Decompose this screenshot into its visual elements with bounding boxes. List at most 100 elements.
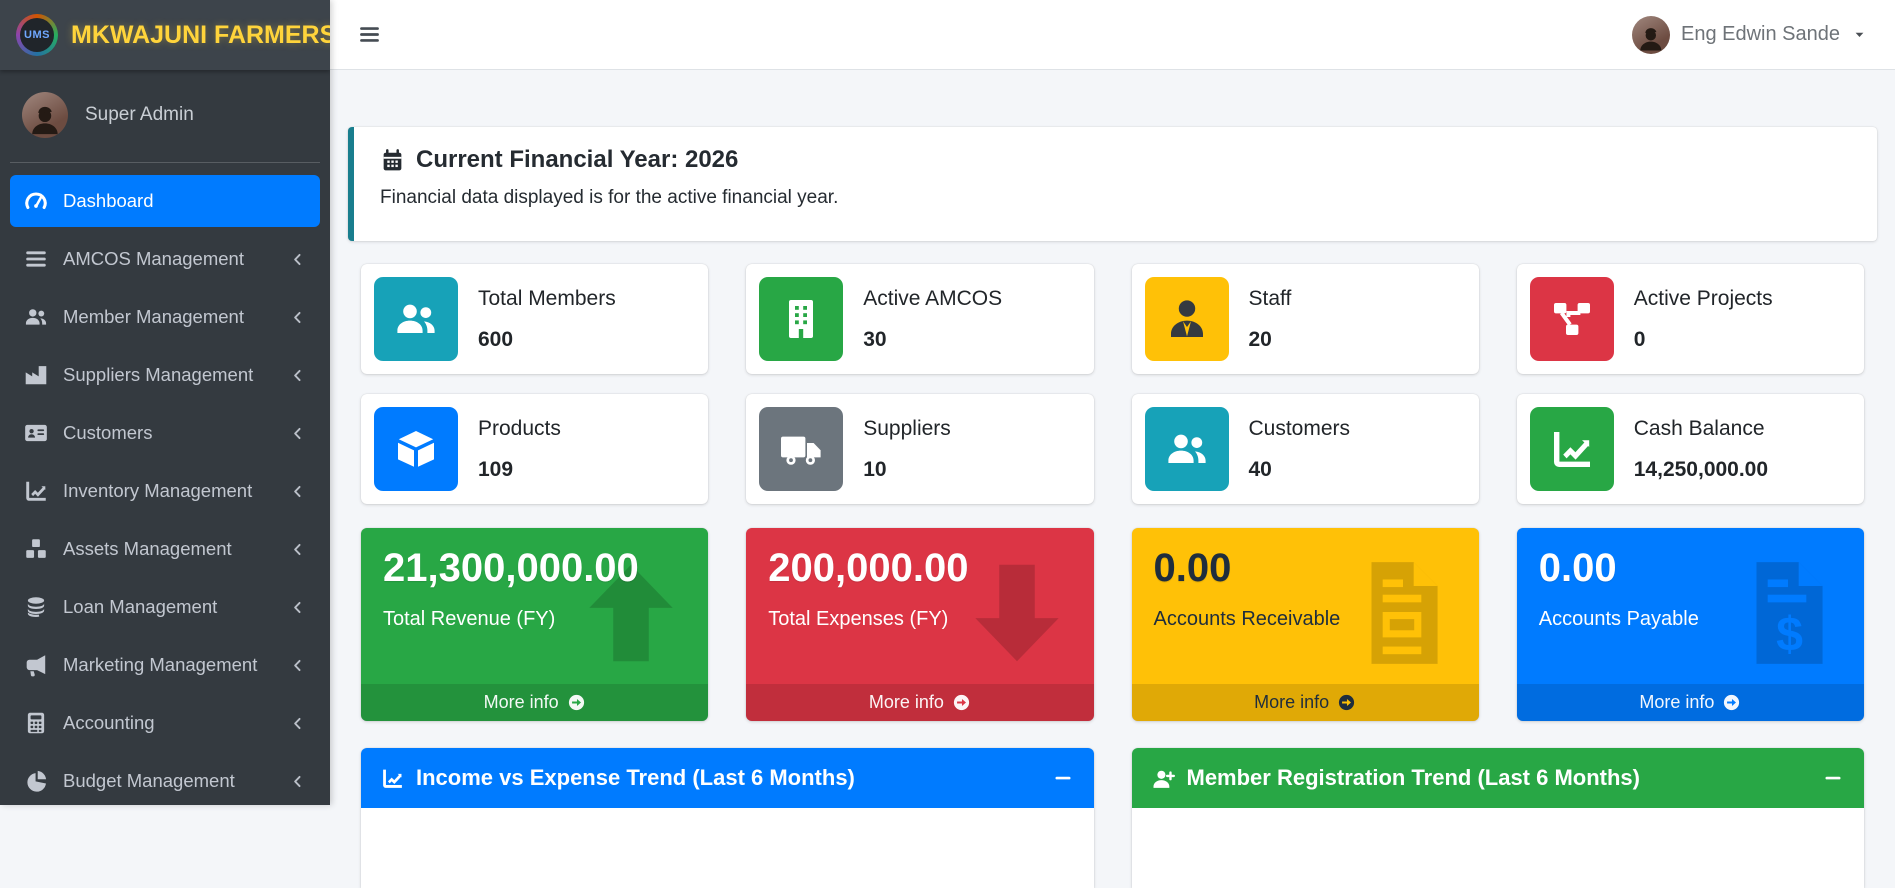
info-box-label: Total Members <box>478 287 616 311</box>
sidebar-item-loan-management[interactable]: Loan Management <box>10 581 320 633</box>
sidebar-item-label: Suppliers Management <box>63 364 253 386</box>
info-box-suppliers: Suppliers 10 <box>746 394 1093 504</box>
more-info-link[interactable]: More info <box>361 684 708 721</box>
info-box-staff: Staff 20 <box>1132 264 1479 374</box>
chart-line-icon <box>1530 407 1614 491</box>
small-box-value: 200,000.00 <box>768 545 1071 591</box>
more-info-label: More info <box>1639 692 1714 713</box>
sidebar-item-marketing-management[interactable]: Marketing Management <box>10 639 320 691</box>
small-box-accounts-payable: 0.00 Accounts Payable $ More info <box>1517 528 1864 721</box>
sidebar-item-dashboard[interactable]: Dashboard <box>10 175 320 227</box>
info-box-label: Cash Balance <box>1634 417 1768 441</box>
info-box-value: 20 <box>1249 328 1292 352</box>
info-box-active-projects: Active Projects 0 <box>1517 264 1864 374</box>
info-box-grid: Total Members 600 Active AMCOS 30 Staff … <box>361 264 1864 504</box>
chart-line-icon <box>380 766 405 791</box>
chevron-left-icon <box>288 540 307 559</box>
chart-card-income-vs-expense-trend-last-6-months: Income vs Expense Trend (Last 6 Months) <box>361 748 1094 888</box>
calculator-icon <box>23 710 49 736</box>
chevron-left-icon <box>288 656 307 675</box>
user-menu[interactable]: Eng Edwin Sande <box>1632 16 1868 54</box>
arrow-circle-right-icon <box>567 693 586 712</box>
chevron-left-icon <box>288 250 307 269</box>
sidebar-item-accounting[interactable]: Accounting <box>10 697 320 749</box>
sidebar-item-amcos-management[interactable]: AMCOS Management <box>10 233 320 285</box>
small-box-value: 21,300,000.00 <box>383 545 686 591</box>
top-navbar: Eng Edwin Sande <box>330 0 1895 70</box>
chevron-left-icon <box>288 714 307 733</box>
charts-row: Income vs Expense Trend (Last 6 Months) … <box>361 748 1864 888</box>
sidebar-item-label: Marketing Management <box>63 654 257 676</box>
small-box-label: Total Expenses (FY) <box>768 608 1071 631</box>
more-info-link[interactable]: More info <box>1517 684 1864 721</box>
calendar-icon <box>380 148 405 173</box>
financial-year-callout: Current Financial Year: 2026 Financial d… <box>348 127 1877 241</box>
collapse-minus-icon[interactable] <box>1821 766 1845 790</box>
small-box-total-expenses-fy: 200,000.00 Total Expenses (FY) More info <box>746 528 1093 721</box>
sidebar-item-label: Dashboard <box>63 190 154 212</box>
chart-card-member-registration-trend-last-6-months: Member Registration Trend (Last 6 Months… <box>1132 748 1865 888</box>
callout-title: Current Financial Year: 2026 <box>380 146 1851 174</box>
small-box-label: Accounts Receivable <box>1154 608 1457 631</box>
industry-icon <box>23 362 49 388</box>
info-box-value: 40 <box>1249 458 1351 482</box>
info-box-value: 30 <box>863 328 1002 352</box>
sidebar-item-label: AMCOS Management <box>63 248 244 270</box>
more-info-link[interactable]: More info <box>746 684 1093 721</box>
info-box-products: Products 109 <box>361 394 708 504</box>
chart-card-body <box>1132 808 1865 888</box>
sidebar: UMS MKWAJUNI FARMERS Super Admin Dashboa… <box>0 0 330 805</box>
info-box-label: Staff <box>1249 287 1292 311</box>
sidebar-item-label: Member Management <box>63 306 244 328</box>
info-box-label: Customers <box>1249 417 1351 441</box>
sidebar-item-member-management[interactable]: Member Management <box>10 291 320 343</box>
more-info-label: More info <box>484 692 559 713</box>
info-box-value: 14,250,000.00 <box>1634 458 1768 482</box>
chevron-left-icon <box>288 424 307 443</box>
users-icon <box>23 304 49 330</box>
sidebar-item-label: Loan Management <box>63 596 217 618</box>
callout-title-text: Current Financial Year: 2026 <box>416 146 738 174</box>
id-card-icon <box>23 420 49 446</box>
callout-body: Financial data displayed is for the acti… <box>380 187 1851 209</box>
small-box-grid: 21,300,000.00 Total Revenue (FY) More in… <box>361 528 1864 721</box>
brand-link[interactable]: UMS MKWAJUNI FARMERS <box>0 0 330 70</box>
chevron-left-icon <box>288 308 307 327</box>
more-info-link[interactable]: More info <box>1132 684 1479 721</box>
more-info-label: More info <box>869 692 944 713</box>
chart-card-title: Income vs Expense Trend (Last 6 Months) <box>416 765 855 791</box>
sidebar-toggle-icon[interactable] <box>357 22 382 47</box>
sidebar-item-label: Customers <box>63 422 152 444</box>
sidebar-item-assets-management[interactable]: Assets Management <box>10 523 320 575</box>
info-box-cash-balance: Cash Balance 14,250,000.00 <box>1517 394 1864 504</box>
info-box-label: Products <box>478 417 561 441</box>
sidebar-item-customers[interactable]: Customers <box>10 407 320 459</box>
chevron-left-icon <box>288 772 307 791</box>
info-box-value: 0 <box>1634 328 1773 352</box>
chart-card-header: Income vs Expense Trend (Last 6 Months) <box>361 748 1094 808</box>
chevron-left-icon <box>288 598 307 617</box>
navbar-user-name: Eng Edwin Sande <box>1681 23 1840 46</box>
info-box-customers: Customers 40 <box>1132 394 1479 504</box>
main-content: Current Financial Year: 2026 Financial d… <box>330 0 1895 888</box>
chevron-left-icon <box>288 482 307 501</box>
sidebar-item-suppliers-management[interactable]: Suppliers Management <box>10 349 320 401</box>
cubes-icon <box>23 536 49 562</box>
bullhorn-icon <box>23 652 49 678</box>
info-box-value: 10 <box>863 458 951 482</box>
info-box-value: 109 <box>478 458 561 482</box>
sidebar-item-label: Budget Management <box>63 770 235 792</box>
project-diagram-icon <box>1530 277 1614 361</box>
sidebar-item-label: Inventory Management <box>63 480 252 502</box>
arrow-circle-right-icon <box>1337 693 1356 712</box>
small-box-value: 0.00 <box>1154 545 1457 591</box>
collapse-minus-icon[interactable] <box>1051 766 1075 790</box>
users-icon <box>374 277 458 361</box>
chart-card-header: Member Registration Trend (Last 6 Months… <box>1132 748 1865 808</box>
chart-line-icon <box>23 478 49 504</box>
gauge-icon <box>23 188 49 214</box>
small-box-label: Total Revenue (FY) <box>383 608 686 631</box>
info-box-label: Suppliers <box>863 417 951 441</box>
sidebar-item-budget-management[interactable]: Budget Management <box>10 755 320 805</box>
sidebar-item-inventory-management[interactable]: Inventory Management <box>10 465 320 517</box>
